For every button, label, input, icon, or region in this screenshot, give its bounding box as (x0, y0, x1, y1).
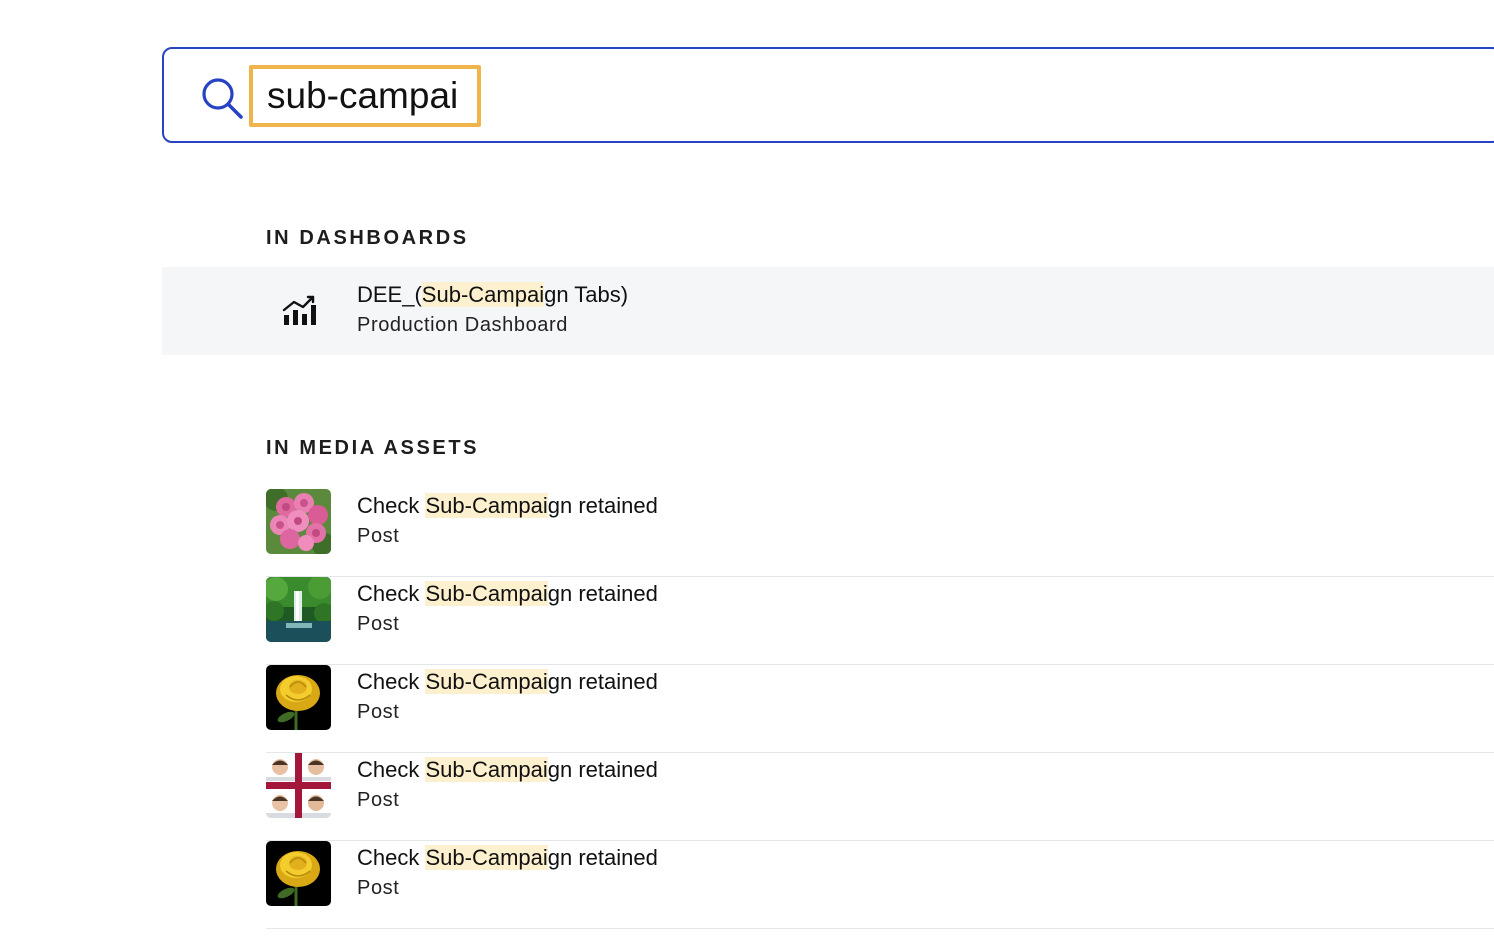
waterfall-thumbnail (266, 577, 331, 642)
media-asset-row[interactable]: Check Sub-Campaign retained Post (266, 577, 1494, 665)
media-asset-title: Check Sub-Campaign retained (357, 757, 658, 782)
media-asset-type: Post (357, 701, 400, 723)
dashboard-title: DEE_(Sub-Campaign Tabs) (357, 282, 629, 307)
media-asset-title: Check Sub-Campaign retained (357, 581, 658, 606)
search-icon (202, 78, 243, 119)
dashboard-subtitle: Production Dashboard (357, 314, 569, 336)
media-asset-type: Post (357, 613, 400, 635)
match-highlight: Sub-Campai (425, 581, 548, 606)
media-asset-type: Post (357, 525, 400, 547)
media-asset-row[interactable]: Check Sub-Campaign retained Post (266, 665, 1494, 753)
pink-roses-thumbnail (266, 489, 331, 554)
match-highlight: Sub-Campai (421, 282, 545, 307)
dashboard-result-row[interactable]: DEE_(Sub-Campaign Tabs) Production Dashb… (162, 267, 1494, 355)
media-asset-title: Check Sub-Campaign retained (357, 845, 658, 870)
yellow-rose-thumbnail (266, 665, 331, 730)
media-asset-title: Check Sub-Campaign retained (357, 669, 658, 694)
match-highlight: Sub-Campai (425, 669, 548, 694)
media-asset-type: Post (357, 877, 400, 899)
baby-collage-thumbnail (266, 753, 331, 818)
chart-icon (282, 295, 316, 325)
media-asset-row[interactable]: Check Sub-Campaign retained Post (266, 489, 1494, 577)
match-highlight: Sub-Campai (425, 845, 548, 870)
media-asset-type: Post (357, 789, 400, 811)
dashboards-heading: IN DASHBOARDS (266, 227, 469, 249)
search-box[interactable] (162, 47, 1494, 143)
media-asset-title: Check Sub-Campaign retained (357, 493, 658, 518)
media-asset-row[interactable]: Check Sub-Campaign retained Post (266, 753, 1494, 841)
yellow-rose-thumbnail (266, 841, 331, 906)
media-asset-row[interactable]: Check Sub-Campaign retained Post (266, 841, 1494, 929)
media-assets-heading: IN MEDIA ASSETS (266, 437, 480, 459)
match-highlight: Sub-Campai (425, 757, 548, 782)
search-input[interactable] (249, 65, 481, 127)
match-highlight: Sub-Campai (425, 493, 548, 518)
